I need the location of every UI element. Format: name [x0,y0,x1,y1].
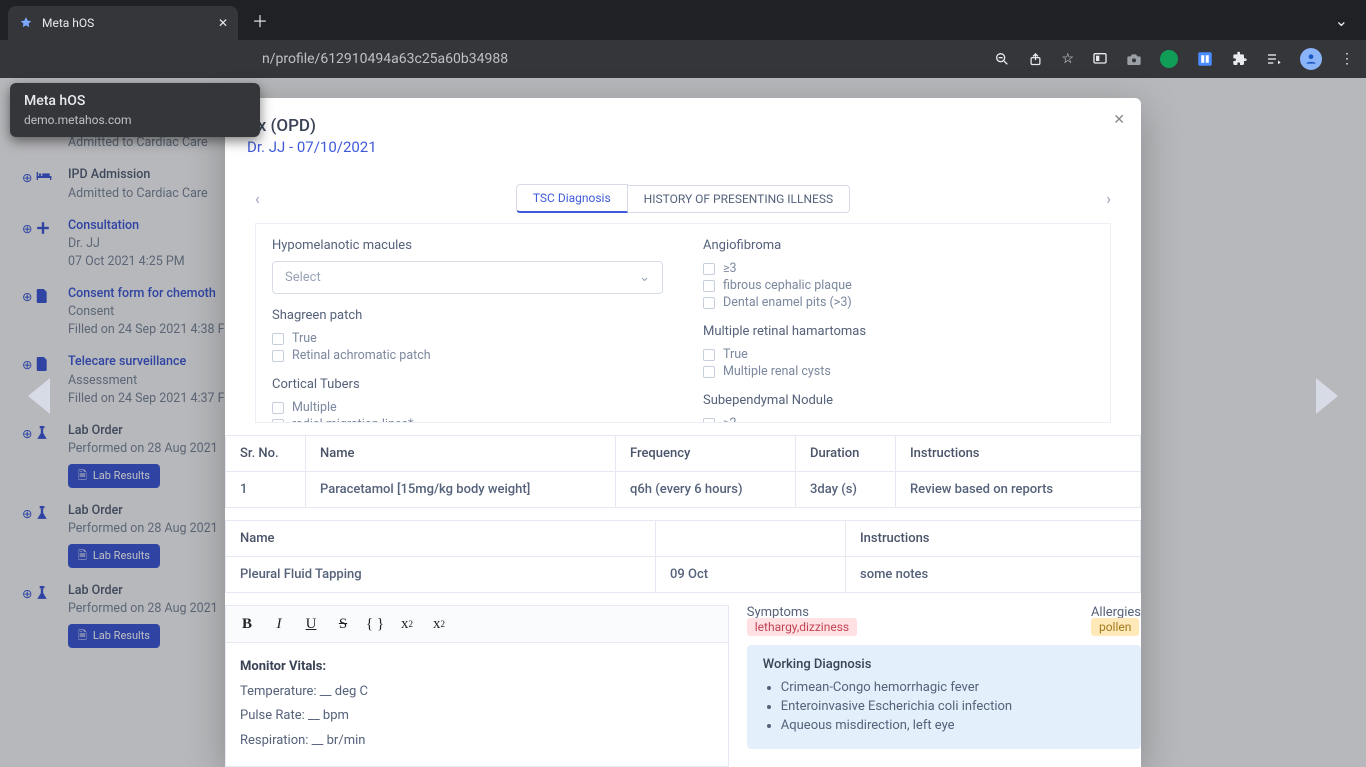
tab-scroll-left-icon[interactable]: ‹ [255,189,260,208]
diagnosis-item: Aqueous misdirection, left eye [781,718,1125,733]
diagnosis-form: Hypomelanotic macules Select ⌄ Shagreen … [255,223,1111,423]
checkbox-fibrous-plaque[interactable]: fibrous cephalic plaque [703,278,1094,293]
field-label: Hypomelanotic macules [272,238,663,253]
superscript-button[interactable]: x2 [394,612,420,636]
field-label: Angiofibroma [703,238,1094,253]
tab-scroll-right-icon[interactable]: › [1106,189,1111,208]
vitals-heading: Monitor Vitals: [240,659,326,674]
browser-tab-strip: Meta hOS ✕ ＋ ⌄ [0,0,1366,40]
editor-toolbar: B I U S { } x2 x2 [226,606,728,643]
checkbox-icon [272,402,284,414]
code-block-button[interactable]: { } [362,612,388,636]
tab-tooltip: Meta hOS demo.metahos.com [10,83,260,137]
field-label: Cortical Tubers [272,377,663,392]
carousel-prev-icon[interactable] [28,378,50,414]
diagnosis-item: Enteroinvasive Escherichia coli infectio… [781,699,1125,714]
working-diagnosis-card: Working Diagnosis Crimean-Congo hemorrha… [747,645,1141,749]
extensions-puzzle-icon[interactable] [1232,51,1248,67]
checkbox-ge2[interactable]: ≥2 [703,416,1094,423]
share-icon[interactable] [1028,52,1043,67]
modal-title: Rx (OPD) [247,116,1119,136]
checkbox-icon [703,366,715,378]
subscript-button[interactable]: x2 [426,612,452,636]
modal-subtitle: Dr. JJ - 07/10/2021 [247,138,1119,156]
checkbox-icon [703,263,715,275]
tab-tsc-diagnosis[interactable]: TSC Diagnosis [516,184,628,213]
close-icon[interactable]: ✕ [1113,112,1125,128]
tab-title: Meta hOS [42,16,210,30]
extension-green-icon[interactable] [1160,50,1178,68]
col-name: Name [306,436,616,472]
browser-menu-icon[interactable]: ⋮ [1340,51,1354,67]
bold-button[interactable]: B [234,612,260,636]
chevron-down-icon: ⌄ [639,270,650,285]
zoom-icon[interactable] [994,51,1010,67]
extension-blue-icon[interactable] [1196,50,1214,68]
tab-history-presenting-illness[interactable]: HISTORY OF PRESENTING ILLNESS [628,185,850,213]
tooltip-title: Meta hOS [24,93,246,109]
checkbox-true[interactable]: True [272,331,663,346]
url-text: n/profile/612910494a63c25a60b34988 [262,51,508,67]
field-label: Subependymal Nodule [703,393,1094,408]
field-label: Multiple retinal hamartomas [703,324,1094,339]
col-name: Name [226,521,656,557]
col-duration: Duration [796,436,896,472]
diagnosis-item: Crimean-Congo hemorrhagic fever [781,680,1125,695]
profile-avatar[interactable] [1300,48,1322,70]
tab-close-icon[interactable]: ✕ [218,16,228,30]
col-frequency: Frequency [616,436,796,472]
rx-modal: ✕ Rx (OPD) Dr. JJ - 07/10/2021 ‹ TSC Dia… [225,98,1141,767]
col-date [656,521,846,557]
select-placeholder: Select [285,270,321,285]
col-instructions: Instructions [896,436,1141,472]
tab-favicon [18,15,34,31]
diagnosis-title: Working Diagnosis [763,657,1125,672]
tooltip-subtitle: demo.metahos.com [24,113,246,127]
checkbox-radial-migration[interactable]: radial migration lines* [272,417,663,423]
checkbox-icon [272,419,284,424]
checkbox-multiple[interactable]: Multiple [272,400,663,415]
col-srno: Sr. No. [226,436,306,472]
checkbox-icon [272,350,284,362]
reader-icon[interactable] [1092,51,1108,67]
notes-editor: B I U S { } x2 x2 Monitor Vitals: Temper… [225,605,729,767]
tabs-dropdown-icon[interactable]: ⌄ [1335,11,1348,30]
vitals-line: Pulse Rate: __ bpm [240,708,349,723]
playlist-icon[interactable] [1266,51,1282,67]
checkbox-icon [703,349,715,361]
checkbox-retinal-achromatic[interactable]: Retinal achromatic patch [272,348,663,363]
browser-address-bar: n/profile/612910494a63c25a60b34988 ☆ ⋮ M… [0,40,1366,78]
italic-button[interactable]: I [266,612,292,636]
editor-content[interactable]: Monitor Vitals: Temperature: __ deg C Pu… [226,643,728,766]
checkbox-icon [703,418,715,424]
field-label: Shagreen patch [272,308,663,323]
new-tab-button[interactable]: ＋ [252,8,268,32]
checkbox-icon [703,297,715,309]
vitals-line: Respiration: __ br/min [240,733,365,748]
checkbox-ge3[interactable]: ≥3 [703,261,1094,276]
checkbox-dental-enamel[interactable]: Dental enamel pits (>3) [703,295,1094,310]
vitals-line: Temperature: __ deg C [240,684,368,699]
table-row: 1 Paracetamol [15mg/kg body weight] q6h … [226,472,1141,508]
underline-button[interactable]: U [298,612,324,636]
prescription-table: Sr. No. Name Frequency Duration Instruct… [225,435,1141,508]
symptoms-badge: lethargy,dizziness [747,618,857,636]
checkbox-icon [703,280,715,292]
camera-icon[interactable] [1126,52,1142,66]
hypomelanotic-select[interactable]: Select ⌄ [272,261,663,294]
table-row: Pleural Fluid Tapping 09 Oct some notes [226,557,1141,593]
col-instructions: Instructions [846,521,1141,557]
browser-tab-active[interactable]: Meta hOS ✕ [8,6,238,40]
bookmark-star-icon[interactable]: ☆ [1061,51,1074,67]
checkbox-multiple-renal-cysts[interactable]: Multiple renal cysts [703,364,1094,379]
checkbox-icon [272,333,284,345]
allergies-badge: pollen [1091,618,1139,636]
strikethrough-button[interactable]: S [330,612,356,636]
carousel-next-icon[interactable] [1316,378,1338,414]
checkbox-true[interactable]: True [703,347,1094,362]
procedures-table: Name Instructions Pleural Fluid Tapping … [225,520,1141,593]
